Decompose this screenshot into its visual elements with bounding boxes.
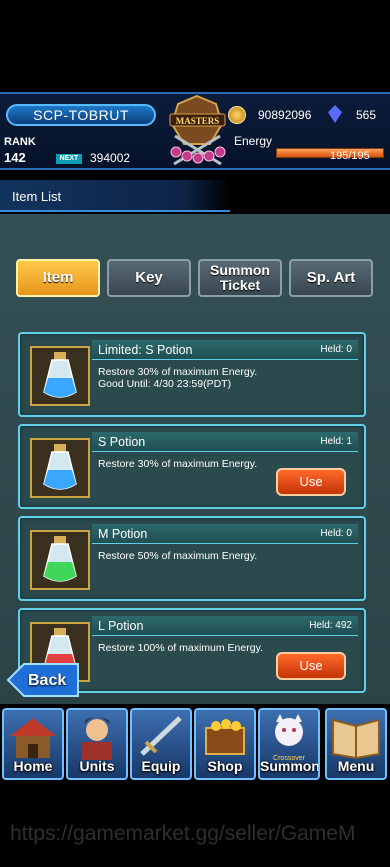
potion-bottle-icon xyxy=(43,444,77,490)
item-card-limited-s-potion[interactable]: Limited: S Potion Held: 0 Restore 30% of… xyxy=(18,332,366,417)
energy-label: Energy xyxy=(234,134,273,148)
item-name: Limited: S Potion xyxy=(98,343,193,357)
crossover-character-icon xyxy=(275,714,303,746)
tab-sp-art[interactable]: Sp. Art xyxy=(289,259,373,297)
gem-amount: 565 xyxy=(356,108,377,122)
back-button[interactable]: Back xyxy=(28,672,66,690)
potion-bottle-icon xyxy=(43,536,77,582)
book-icon xyxy=(332,718,380,760)
emblem-text: MASTERS xyxy=(176,116,220,126)
use-button[interactable]: Use xyxy=(276,468,346,496)
nav-equip-label: Equip xyxy=(141,758,181,774)
potion-bottle-icon xyxy=(43,352,77,398)
next-badge: NEXT xyxy=(56,154,82,164)
nav-menu-label: Menu xyxy=(337,758,375,774)
item-header: M Potion Held: 0 xyxy=(92,524,358,544)
player-name[interactable]: SCP-TOBRUT xyxy=(6,104,156,126)
item-description: Restore 50% of maximum Energy. xyxy=(98,550,258,562)
house-icon xyxy=(10,718,56,758)
item-description: Restore 100% of maximum Energy. xyxy=(98,642,263,654)
tab-summon-ticket[interactable]: Summon Ticket xyxy=(198,259,282,297)
nav-units-label: Units xyxy=(79,758,115,774)
gem-icon xyxy=(328,105,342,123)
item-list-header: Item List xyxy=(0,180,230,212)
status-header: SCP-TOBRUT RANK 142 NEXT 394002 MASTERS … xyxy=(0,92,390,170)
item-header: Limited: S Potion Held: 0 xyxy=(92,340,358,360)
gold-amount: 90892096 xyxy=(258,108,312,122)
nav-home-label: Home xyxy=(13,758,53,774)
sword-icon xyxy=(140,716,182,756)
potion-icon xyxy=(30,530,90,590)
item-description: Restore 30% of maximum Energy. xyxy=(98,458,258,470)
nav-summon[interactable]: Crossover Summon xyxy=(258,708,320,780)
rank-value: 142 xyxy=(4,150,26,165)
item-card-m-potion[interactable]: M Potion Held: 0 Restore 50% of maximum … xyxy=(18,516,366,601)
item-name: L Potion xyxy=(98,619,144,633)
nav-summon-label: Summon xyxy=(260,758,320,774)
potion-icon xyxy=(30,346,90,406)
page-title: Item List xyxy=(12,189,62,204)
nav-shop[interactable]: Shop xyxy=(194,708,256,780)
treasure-chest-icon xyxy=(205,719,245,755)
rank-label: RANK xyxy=(4,136,36,148)
item-name: M Potion xyxy=(98,527,148,541)
item-name: S Potion xyxy=(98,435,146,449)
item-card-s-potion[interactable]: S Potion Held: 1 Restore 30% of maximum … xyxy=(18,424,366,509)
nav-shop-label: Shop xyxy=(207,758,243,774)
item-held-count: Held: 0 xyxy=(320,528,352,539)
nav-home[interactable]: Home xyxy=(2,708,64,780)
item-header: S Potion Held: 1 xyxy=(92,432,358,452)
item-held-count: Held: 492 xyxy=(309,620,352,631)
energy-value: 195/195 xyxy=(330,150,370,162)
item-header: L Potion Held: 492 xyxy=(92,616,358,636)
watermark: https://gamemarket.gg/seller/GameM xyxy=(10,822,356,845)
tab-key[interactable]: Key xyxy=(107,259,191,297)
gold-coin-icon xyxy=(228,106,246,124)
nav-units[interactable]: Units xyxy=(66,708,128,780)
potion-icon xyxy=(30,438,90,498)
item-held-count: Held: 0 xyxy=(320,344,352,355)
item-list-panel: Item Key Summon Ticket Sp. Art Limited: … xyxy=(0,214,390,704)
tab-item[interactable]: Item xyxy=(16,259,100,297)
nav-menu[interactable]: Menu xyxy=(325,708,387,780)
nav-equip[interactable]: Equip xyxy=(130,708,192,780)
masters-emblem-icon: MASTERS xyxy=(169,94,226,166)
hero-portrait-icon xyxy=(82,717,112,760)
use-button[interactable]: Use xyxy=(276,652,346,680)
item-held-count: Held: 1 xyxy=(320,436,352,447)
exp-to-next: 394002 xyxy=(90,151,131,165)
bottom-nav: Home Units Equip Shop Crossover Summon M… xyxy=(0,708,390,780)
item-description: Restore 30% of maximum Energy. Good Unti… xyxy=(98,366,258,390)
